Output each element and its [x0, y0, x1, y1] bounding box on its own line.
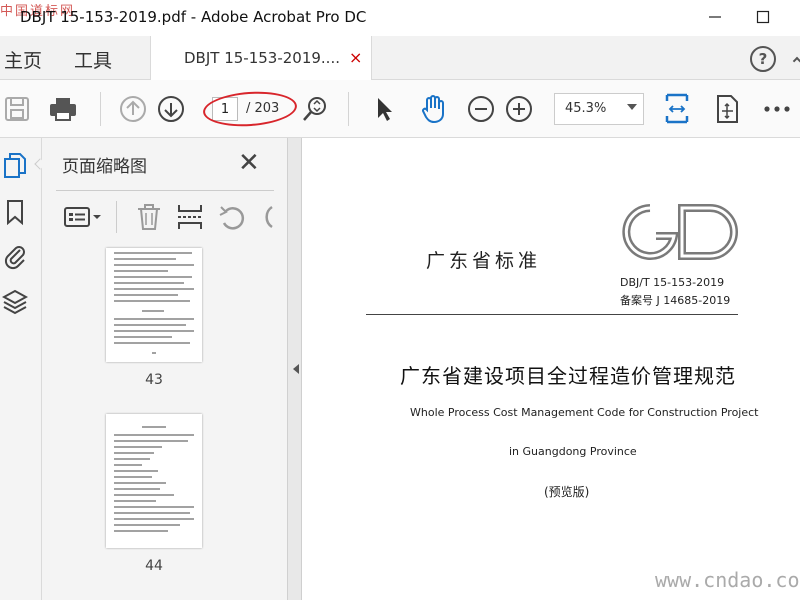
layers-button[interactable] [2, 288, 28, 316]
rotate-cw-icon [265, 205, 273, 229]
collapse-left-icon [293, 364, 299, 374]
tab-tools[interactable]: 工具 [74, 46, 112, 73]
attachments-button[interactable] [2, 242, 28, 270]
thumbnail-page-number: 43 [145, 372, 163, 388]
toolbar-divider [116, 201, 117, 233]
insert-page-button[interactable] [176, 203, 204, 235]
delete-page-button[interactable] [136, 203, 162, 235]
thumbnails-panel: 页面缩略图 ✕ 43 44 [42, 138, 319, 600]
panel-title: 页面缩略图 [62, 157, 147, 177]
thumbnail-page[interactable] [106, 414, 202, 548]
record-number: 备案号 J 14685-2019 [620, 294, 731, 307]
hand-tool-button[interactable] [418, 94, 448, 124]
toolbar: 1 / 203 45.3% [0, 80, 800, 138]
layers-icon [2, 289, 28, 315]
maximize-button[interactable] [748, 4, 778, 30]
panel-collapse-handle[interactable] [288, 138, 302, 600]
watermark-url: www.cndao.com [655, 568, 800, 592]
header-rule [366, 314, 738, 315]
zoom-in-icon [506, 96, 532, 122]
minimize-button[interactable] [700, 4, 730, 30]
rotate-cw-button[interactable] [258, 203, 274, 235]
paperclip-icon [4, 246, 25, 270]
chevron-up-icon[interactable] [792, 56, 800, 66]
rotate-button[interactable] [218, 203, 246, 235]
trash-icon [138, 204, 160, 230]
thumbnail-page[interactable] [106, 248, 202, 362]
thumbnail-page-number: 44 [145, 558, 163, 574]
title-bar: 中国道标网 DBJT 15-153-2019.pdf - Adobe Acrob… [0, 0, 800, 36]
fit-width-icon [665, 93, 689, 124]
more-dots-icon [764, 106, 790, 112]
tab-document[interactable]: DBJT 15-153-2019.... × [150, 36, 372, 80]
tabs-bar: 主页 工具 DBJT 15-153-2019.... × ? [0, 36, 800, 80]
document-title-en-line2: in Guangdong Province [509, 445, 637, 458]
zoom-in-button[interactable] [504, 94, 534, 124]
save-button[interactable] [2, 94, 32, 124]
bookmarks-button[interactable] [2, 198, 28, 226]
search-icon [303, 97, 326, 121]
printer-icon [50, 98, 76, 121]
gd-logo-icon [622, 204, 738, 260]
toolbar-divider [348, 92, 349, 126]
bookmark-icon [7, 200, 23, 225]
close-tab-button[interactable]: × [349, 48, 362, 67]
select-tool-button[interactable] [368, 94, 398, 124]
pages-icon [4, 153, 26, 178]
chevron-down-icon [627, 104, 637, 110]
fit-page-button[interactable] [662, 93, 692, 124]
save-icon [5, 97, 29, 121]
page-tools-button[interactable] [712, 94, 742, 124]
document-tab-label: DBJT 15-153-2019.... [184, 49, 340, 67]
thumbnail-toolbar [56, 190, 274, 240]
previous-page-button[interactable] [118, 94, 148, 124]
options-menu-icon [64, 207, 101, 227]
close-panel-button[interactable]: ✕ [238, 148, 260, 178]
window-title: DBJT 15-153-2019.pdf - Adobe Acrobat Pro… [20, 8, 367, 26]
rotate-ccw-icon [219, 206, 245, 230]
document-title-en: Whole Process Cost Management Code for C… [410, 406, 759, 419]
standard-organization: 广东省标准 [426, 250, 542, 272]
zoom-out-icon [468, 96, 494, 122]
standard-code: DBJ/T 15-153-2019 [620, 276, 725, 289]
find-button[interactable] [300, 94, 330, 124]
minimize-icon [709, 16, 721, 18]
next-page-button[interactable] [156, 94, 186, 124]
document-title-cn: 广东省建设项目全过程造价管理规范 [400, 364, 736, 388]
zoom-value: 45.3% [565, 101, 607, 116]
arrow-up-circle-icon [120, 96, 146, 122]
more-options-button[interactable] [762, 94, 792, 124]
toolbar-divider [100, 92, 101, 126]
cursor-arrow-icon [378, 98, 392, 121]
document-viewer[interactable]: 广东省标准 DBJ/T 15-153-2019 备案号 J 14685-2019… [302, 138, 800, 600]
insert-page-icon [178, 205, 202, 229]
document-arrows-icon [717, 95, 738, 123]
tab-home[interactable]: 主页 [4, 46, 42, 73]
thumbnail-options-button[interactable] [64, 205, 104, 233]
help-button[interactable]: ? [750, 46, 776, 72]
edition-label: (预览版) [544, 485, 590, 499]
print-button[interactable] [48, 94, 78, 124]
navigation-rail [0, 138, 46, 600]
zoom-dropdown[interactable]: 45.3% [554, 93, 644, 125]
zoom-out-button[interactable] [466, 94, 496, 124]
maximize-icon [756, 10, 770, 24]
page-thumbnails-button[interactable] [2, 152, 28, 180]
arrow-down-circle-icon [158, 96, 184, 122]
hand-icon [422, 95, 444, 124]
